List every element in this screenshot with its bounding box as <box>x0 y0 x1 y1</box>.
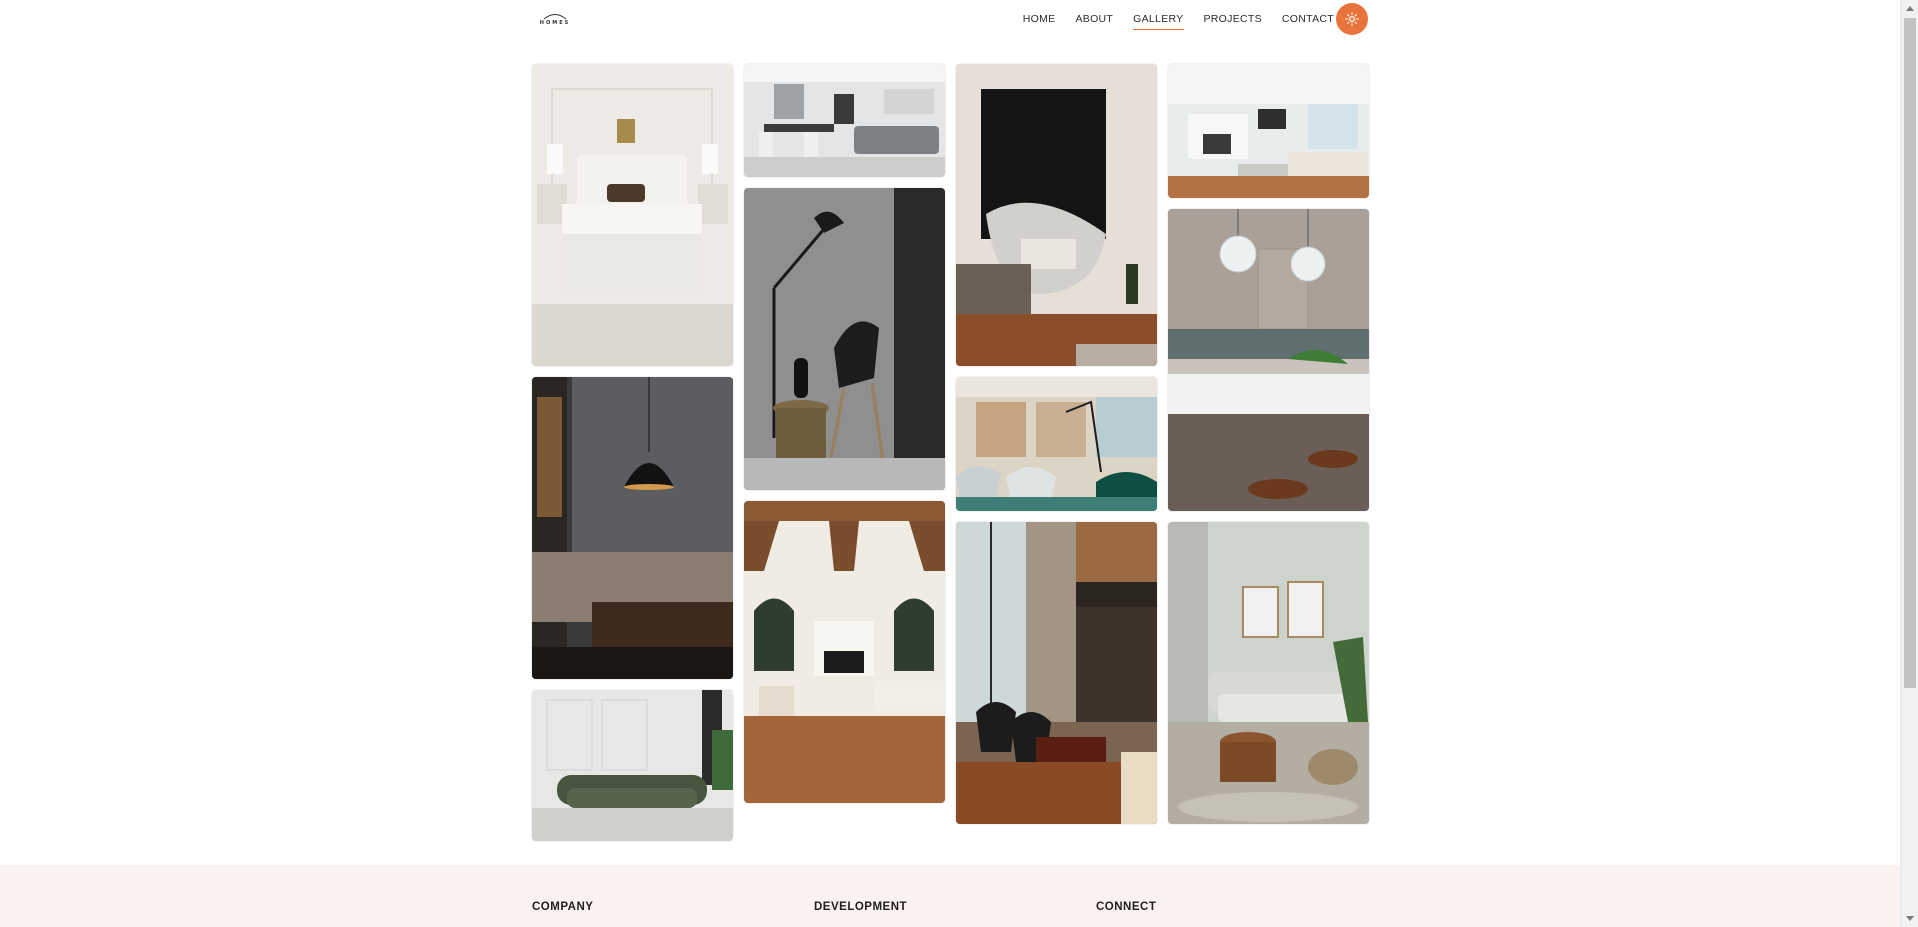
sun-icon <box>1345 12 1359 26</box>
nav-gallery[interactable]: GALLERY <box>1133 12 1184 30</box>
scrollbar-thumb[interactable] <box>1904 18 1916 688</box>
photo-office-teal-chairs[interactable] <box>956 377 1157 511</box>
photo-black-art-lounge-chair[interactable] <box>956 64 1157 366</box>
footer: COMPANY DEVELOPMENT CONNECT <box>0 865 1900 927</box>
footer-heading-company: COMPANY <box>532 901 594 913</box>
photo-green-velvet-sofa[interactable] <box>532 690 733 841</box>
navbar: HOMES HOME ABOUT GALLERY PROJECTS CONTAC… <box>532 0 1368 38</box>
photo-kitchen-pendant-island[interactable] <box>1168 209 1369 511</box>
photo-beamed-living-room[interactable] <box>744 501 945 803</box>
photo-loft-leather-chairs[interactable] <box>956 522 1157 824</box>
footer-heading-connect: CONNECT <box>1096 901 1157 913</box>
main-nav: HOME ABOUT GALLERY PROJECTS CONTACT <box>1023 0 1334 38</box>
scroll-down-arrow-icon[interactable] <box>1906 916 1914 921</box>
logo[interactable]: HOMES <box>532 8 578 30</box>
footer-heading-development: DEVELOPMENT <box>814 901 908 913</box>
scroll-up-arrow-icon[interactable] <box>1906 6 1914 11</box>
nav-about[interactable]: ABOUT <box>1075 12 1113 26</box>
photo-black-chair-floor-lamp[interactable] <box>744 188 945 490</box>
logo-text: HOMES <box>539 20 571 26</box>
gallery-grid <box>532 64 1369 841</box>
nav-contact[interactable]: CONTACT <box>1282 12 1334 26</box>
nav-projects[interactable]: PROJECTS <box>1204 12 1262 26</box>
logo-mark-icon <box>543 14 567 20</box>
page: HOMES HOME ABOUT GALLERY PROJECTS CONTAC… <box>0 0 1918 927</box>
nav-home[interactable]: HOME <box>1023 12 1056 26</box>
photo-open-plan-living-dining[interactable] <box>744 64 945 177</box>
photo-bright-living-fireplace[interactable] <box>1168 64 1369 198</box>
photo-sage-living-room[interactable] <box>1168 522 1369 824</box>
photo-dark-lounge-pendant[interactable] <box>532 377 733 679</box>
theme-toggle-button[interactable] <box>1336 3 1368 35</box>
photo-bedroom-white-bed[interactable] <box>532 64 733 366</box>
page-scrollbar[interactable] <box>1900 0 1918 927</box>
